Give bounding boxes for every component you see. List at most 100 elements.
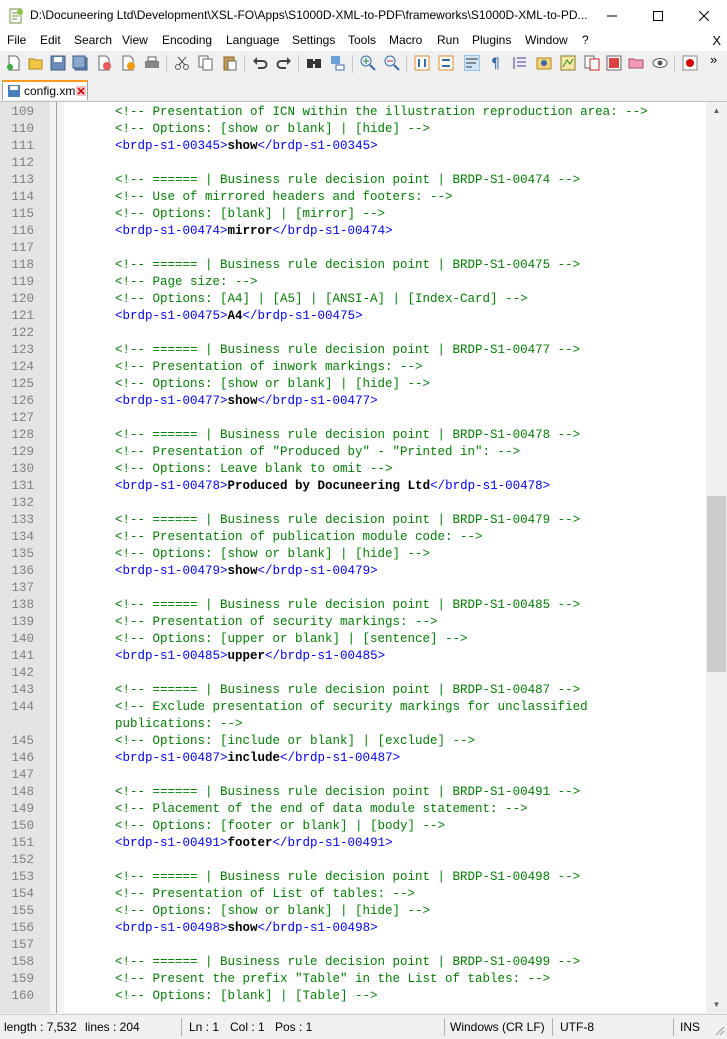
save-icon[interactable]	[50, 55, 66, 71]
scroll-down-icon[interactable]: ▼	[706, 996, 727, 1013]
menu-search[interactable]: Search	[74, 33, 112, 47]
menu-window[interactable]: Window	[525, 33, 568, 47]
menu-run[interactable]: Run	[437, 33, 459, 47]
close-window-button[interactable]	[681, 0, 727, 32]
menu-edit[interactable]: Edit	[40, 33, 61, 47]
code-line[interactable]: 157	[0, 937, 706, 954]
code-line[interactable]: 143 <!-- ====== | Business rule decision …	[0, 682, 706, 699]
show-all-chars-icon[interactable]: ¶	[488, 55, 504, 71]
toolbar-overflow-button[interactable]: »	[710, 52, 717, 67]
status-mode[interactable]: INS	[680, 1020, 700, 1034]
new-file-icon[interactable]	[6, 55, 22, 71]
status-encoding[interactable]: UTF-8	[560, 1020, 594, 1034]
sync-vertical-icon[interactable]	[414, 55, 430, 71]
code-line[interactable]: 144 <!-- Exclude presentation of security…	[0, 699, 706, 716]
code-line[interactable]: 111 <brdp-s1-00345>show</brdp-s1-00345>	[0, 138, 706, 155]
cut-icon[interactable]	[174, 55, 190, 71]
code-line[interactable]: 137	[0, 580, 706, 597]
menu-encoding[interactable]: Encoding	[162, 33, 212, 47]
code-line[interactable]: 113 <!-- ====== | Business rule decision …	[0, 172, 706, 189]
code-line[interactable]: 131 <brdp-s1-00478>Produced by Docuneerin…	[0, 478, 706, 495]
maximize-button[interactable]	[635, 0, 681, 32]
code-line[interactable]: 160 <!-- Options: [blank] | [Table] -->	[0, 988, 706, 1005]
code-line[interactable]: 118 <!-- ====== | Business rule decision …	[0, 257, 706, 274]
code-line[interactable]: 147	[0, 767, 706, 784]
code-line[interactable]: 122	[0, 325, 706, 342]
zoom-in-icon[interactable]	[360, 55, 376, 71]
menu-plugins[interactable]: Plugins	[472, 33, 511, 47]
open-file-icon[interactable]	[28, 55, 44, 71]
code-line[interactable]: 146 <brdp-s1-00487>include</brdp-s1-00487…	[0, 750, 706, 767]
folder-workspace-icon[interactable]	[606, 55, 622, 71]
code-line[interactable]: 117	[0, 240, 706, 257]
code-line[interactable]: 152	[0, 852, 706, 869]
code-line[interactable]: 141 <brdp-s1-00485>upper</brdp-s1-00485>	[0, 648, 706, 665]
status-eol[interactable]: Windows (CR LF)	[450, 1020, 545, 1034]
code-line[interactable]: 112	[0, 155, 706, 172]
macro-record-icon[interactable]	[682, 55, 698, 71]
monitoring-icon[interactable]	[628, 55, 644, 71]
code-line[interactable]: 114 <!-- Use of mirrored headers and foot…	[0, 189, 706, 206]
code-line[interactable]: 136 <brdp-s1-00479>show</brdp-s1-00479>	[0, 563, 706, 580]
code-editor[interactable]: 109 <!-- Presentation of ICN within the i…	[0, 102, 706, 1013]
code-line[interactable]: 151 <brdp-s1-00491>footer</brdp-s1-00491>	[0, 835, 706, 852]
code-line[interactable]: 132	[0, 495, 706, 512]
minimize-button[interactable]	[589, 0, 635, 32]
code-line[interactable]: 128 <!-- ====== | Business rule decision …	[0, 427, 706, 444]
code-line[interactable]: 126 <brdp-s1-00477>show</brdp-s1-00477>	[0, 393, 706, 410]
menu-settings[interactable]: Settings	[292, 33, 335, 47]
code-line[interactable]: 156 <brdp-s1-00498>show</brdp-s1-00498>	[0, 920, 706, 937]
sync-horizontal-icon[interactable]	[438, 55, 454, 71]
function-list-icon[interactable]	[584, 55, 600, 71]
close-all-icon[interactable]	[120, 55, 136, 71]
tab-config-xml[interactable]: config.xml	[2, 80, 88, 100]
code-line[interactable]: 134 <!-- Presentation of publication modu…	[0, 529, 706, 546]
indent-guide-icon[interactable]	[512, 55, 528, 71]
menu-file[interactable]: File	[7, 33, 26, 47]
code-line[interactable]: 120 <!-- Options: [A4] | [A5] | [ANSI-A] …	[0, 291, 706, 308]
menu-help[interactable]: ?	[582, 33, 589, 47]
code-line[interactable]: 121 <brdp-s1-00475>A4</brdp-s1-00475>	[0, 308, 706, 325]
code-line[interactable]: 145 <!-- Options: [include or blank] | [e…	[0, 733, 706, 750]
copy-icon[interactable]	[198, 55, 214, 71]
close-document-button[interactable]: X	[712, 33, 721, 48]
code-line[interactable]: 123 <!-- ====== | Business rule decision …	[0, 342, 706, 359]
redo-icon[interactable]	[276, 55, 292, 71]
save-all-icon[interactable]	[72, 55, 88, 71]
code-line[interactable]: 159 <!-- Present the prefix "Table" in th…	[0, 971, 706, 988]
doc-map-icon[interactable]	[560, 55, 576, 71]
code-line[interactable]: 129 <!-- Presentation of "Produced by" - …	[0, 444, 706, 461]
code-line[interactable]: 116 <brdp-s1-00474>mirror</brdp-s1-00474>	[0, 223, 706, 240]
code-line[interactable]: 139 <!-- Presentation of security marking…	[0, 614, 706, 631]
code-line[interactable]: 154 <!-- Presentation of List of tables: …	[0, 886, 706, 903]
code-line[interactable]: 148 <!-- ====== | Business rule decision …	[0, 784, 706, 801]
code-line[interactable]: 153 <!-- ====== | Business rule decision …	[0, 869, 706, 886]
scrollbar-thumb[interactable]	[707, 496, 726, 672]
udl-icon[interactable]	[536, 55, 552, 71]
code-line[interactable]: 142	[0, 665, 706, 682]
menu-language[interactable]: Language	[226, 33, 279, 47]
code-line[interactable]: 110 <!-- Options: [show or blank] | [hide…	[0, 121, 706, 138]
code-line[interactable]: 119 <!-- Page size: -->	[0, 274, 706, 291]
undo-icon[interactable]	[252, 55, 268, 71]
code-line[interactable]: 115 <!-- Options: [blank] | [mirror] -->	[0, 206, 706, 223]
code-line[interactable]: 155 <!-- Options: [show or blank] | [hide…	[0, 903, 706, 920]
resize-grip-icon[interactable]	[714, 1025, 725, 1036]
menu-macro[interactable]: Macro	[389, 33, 422, 47]
print-icon[interactable]	[144, 55, 160, 71]
code-line[interactable]: 140 <!-- Options: [upper or blank] | [sen…	[0, 631, 706, 648]
code-line[interactable]: publications: -->	[0, 716, 706, 733]
vertical-scrollbar[interactable]: ▲ ▼	[706, 102, 727, 1013]
code-line[interactable]: 135 <!-- Options: [show or blank] | [hide…	[0, 546, 706, 563]
record-macro-icon[interactable]	[652, 55, 668, 71]
tab-close-icon[interactable]	[76, 86, 86, 96]
code-line[interactable]: 109 <!-- Presentation of ICN within the i…	[0, 104, 706, 121]
replace-icon[interactable]	[330, 55, 346, 71]
zoom-out-icon[interactable]	[384, 55, 400, 71]
code-line[interactable]: 149 <!-- Placement of the end of data mod…	[0, 801, 706, 818]
code-line[interactable]: 127	[0, 410, 706, 427]
paste-icon[interactable]	[222, 55, 238, 71]
code-line[interactable]: 124 <!-- Presentation of inwork markings:…	[0, 359, 706, 376]
menu-view[interactable]: View	[122, 33, 148, 47]
word-wrap-icon[interactable]	[464, 55, 480, 71]
